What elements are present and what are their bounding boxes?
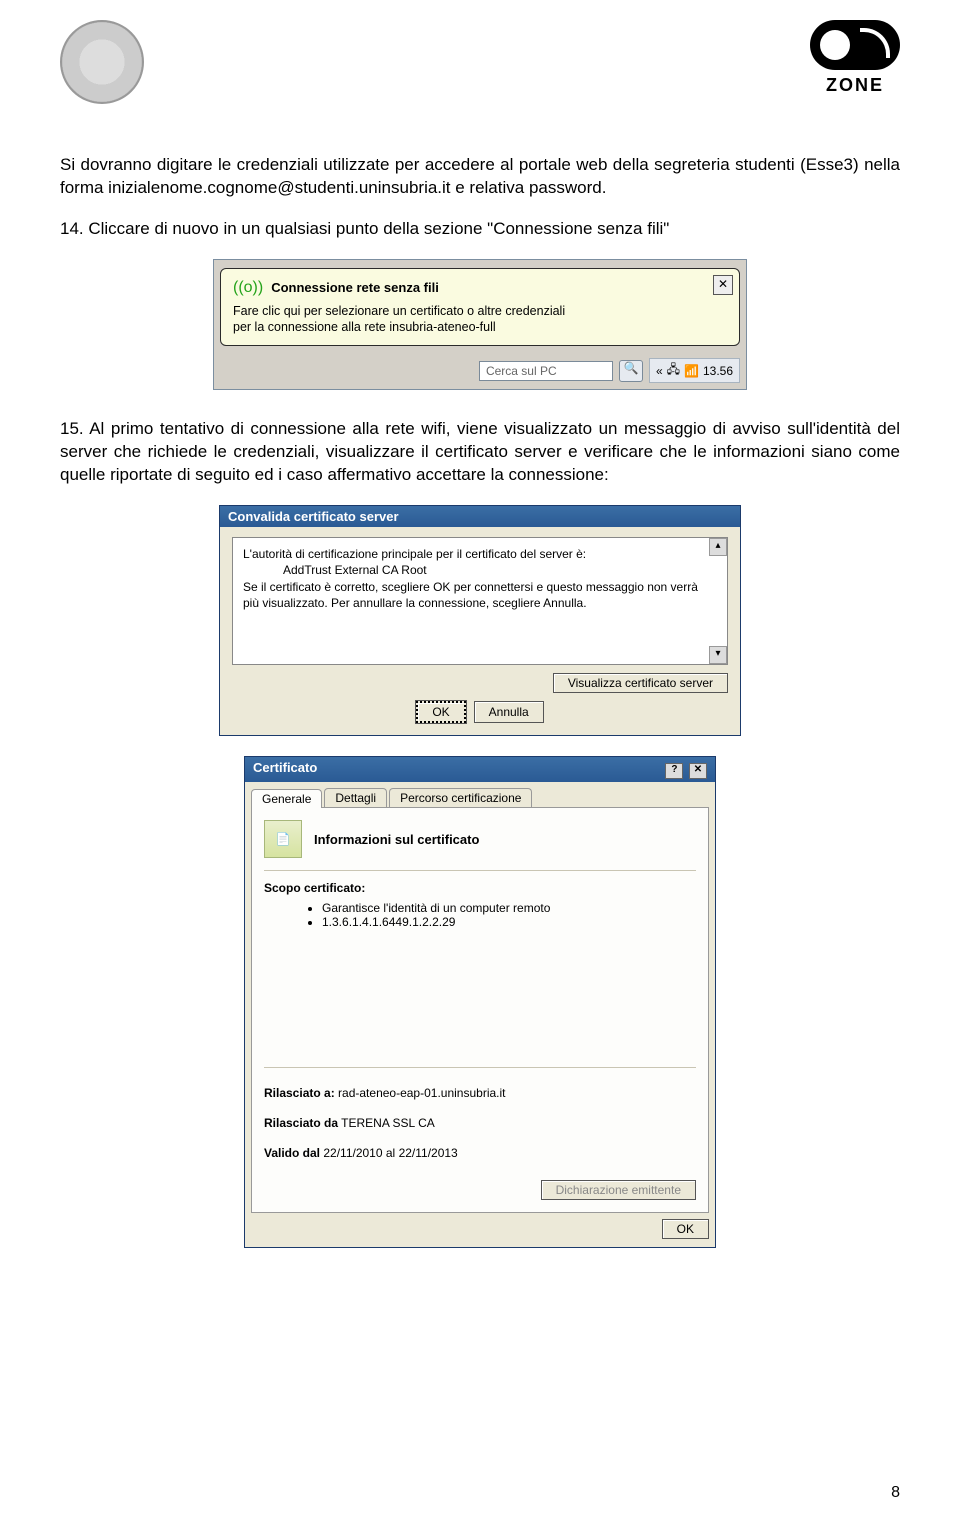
cert-tabs: Generale Dettagli Percorso certificazion… [245,782,715,807]
cert-scope-heading: Scopo certificato: [264,881,696,895]
issued-to-label: Rilasciato a: [264,1086,335,1100]
issued-by-value: TERENA SSL CA [341,1116,435,1130]
tab-cert-path[interactable]: Percorso certificazione [389,788,532,807]
tray-clock: 13.56 [703,364,733,378]
taskbar: Cerca sul PC 🔍 « 🖧 📶 13.56 [220,354,740,389]
valid-to-value: 22/11/2013 [399,1146,458,1160]
document-body: Si dovranno digitare le credenziali util… [60,154,900,241]
validate-cert-dialog: Convalida certificato server L'autorità … [219,505,741,736]
tab-panel-general: 📄 Informazioni sul certificato Scopo cer… [251,807,709,1213]
cert-dialog-title: Certificato [253,760,317,779]
issued-to-value: rad-ateneo-eap-01.uninsubria.it [338,1086,505,1100]
page-number: 8 [891,1484,900,1502]
tray-wireless-icon: 📶 [684,364,699,378]
ok-button[interactable]: OK [416,701,465,723]
issuer-statement-button: Dichiarazione emittente [541,1180,696,1200]
paragraph-step15: 15. Al primo tentativo di connessione al… [60,418,900,487]
wireless-icon: ((o)) [233,279,263,297]
university-seal-logo [60,20,144,104]
page-header: ZONE [60,20,900,104]
balloon-line2: per la connessione alla rete insubria-at… [233,319,727,335]
system-tray[interactable]: « 🖧 📶 13.56 [649,358,740,383]
cert-info-heading: Informazioni sul certificato [314,832,479,847]
issued-by-label: Rilasciato da [264,1116,338,1130]
valid-to-label: al [386,1146,395,1160]
msg-line1: L'autorità di certificazione principale … [243,546,717,562]
tray-chevrons-icon[interactable]: « [656,364,663,378]
cert-ok-button[interactable]: OK [662,1219,709,1239]
cert-scope-item2: 1.3.6.1.4.1.6449.1.2.2.29 [322,915,696,929]
valid-from-value: 22/11/2010 [323,1146,382,1160]
balloon-line1: Fare clic qui per selezionare un certifi… [233,303,727,319]
cert-scope-item1: Garantisce l'identità di un computer rem… [322,901,696,915]
wifi-zone-label: ZONE [810,75,900,96]
valid-from-label: Valido dal [264,1146,320,1160]
view-certificate-button[interactable]: Visualizza certificato server [553,673,728,693]
wifi-zone-logo: ZONE [810,20,900,96]
cert-message-textbox: L'autorità di certificazione principale … [232,537,728,665]
tab-details[interactable]: Dettagli [324,788,387,807]
paragraph-step14: 14. Cliccare di nuovo in un qualsiasi pu… [60,218,900,241]
wifi-notification-balloon[interactable]: ((o)) Connessione rete senza fili ✕ Fare… [220,268,740,347]
paragraph-credentials: Si dovranno digitare le credenziali util… [60,154,900,200]
dialog-title: Convalida certificato server [220,506,740,527]
scroll-down-button[interactable]: ▾ [709,646,727,664]
certificate-icon: 📄 [264,820,302,858]
cancel-button[interactable]: Annulla [474,701,544,723]
close-button[interactable]: ✕ [689,763,707,779]
msg-ca-root: AddTrust External CA Root [243,562,717,578]
search-input[interactable]: Cerca sul PC [479,361,613,381]
scroll-up-button[interactable]: ▴ [709,538,727,556]
msg-line3: Se il certificato è corretto, scegliere … [243,579,717,611]
search-button[interactable]: 🔍 [619,360,643,382]
tab-general[interactable]: Generale [251,789,322,808]
wifi-icon [810,20,900,70]
balloon-title: Connessione rete senza fili [271,280,439,295]
tray-network-icon: 🖧 [667,360,680,381]
help-button[interactable]: ? [665,763,683,779]
certificate-dialog: Certificato ? ✕ Generale Dettagli Percor… [244,756,716,1248]
close-icon[interactable]: ✕ [713,275,733,295]
notification-screenshot: ((o)) Connessione rete senza fili ✕ Fare… [213,259,747,391]
